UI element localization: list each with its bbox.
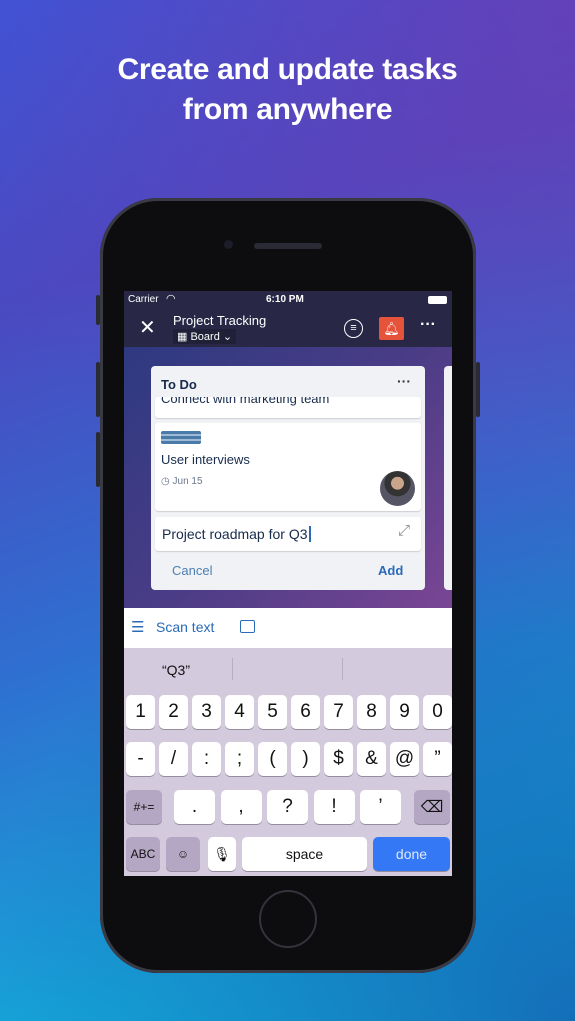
key[interactable]: ’ bbox=[360, 790, 401, 824]
card-cover bbox=[161, 431, 201, 444]
key[interactable]: ; bbox=[225, 742, 254, 776]
key[interactable]: . bbox=[174, 790, 215, 824]
divider bbox=[232, 658, 233, 680]
keyboard: “Q3” 1 -2 /3:4; 5 (6) 7 $8 & 9 @0 ” #+=.,?!’ ⌫ ABC ☺ 🎙︎… bbox=[124, 648, 452, 876]
carrier-label: Carrier bbox=[128, 294, 159, 305]
card-title: User interviews bbox=[161, 452, 250, 467]
wifi-icon: ◠ bbox=[166, 293, 176, 305]
card[interactable]: Connect with marketing team bbox=[155, 397, 421, 418]
key[interactable]: $ bbox=[324, 742, 353, 776]
emoji-key[interactable]: ☺ bbox=[166, 837, 200, 871]
add-button[interactable]: Add bbox=[378, 563, 403, 578]
view-label: Board bbox=[190, 331, 220, 343]
headline-line-1: Create and update tasks bbox=[117, 53, 458, 86]
board-title: Project Tracking bbox=[173, 313, 267, 328]
key[interactable]: ” bbox=[423, 742, 452, 776]
space-key[interactable]: space bbox=[242, 837, 367, 871]
key[interactable]: 0 bbox=[423, 695, 452, 729]
prediction-suggestion[interactable]: “Q3” bbox=[162, 662, 190, 678]
key[interactable]: 8 bbox=[357, 695, 386, 729]
key[interactable]: 1 bbox=[126, 695, 155, 729]
expand-icon[interactable]: ⤢ bbox=[398, 522, 410, 539]
key[interactable]: ! bbox=[313, 790, 355, 824]
key[interactable]: - bbox=[126, 742, 155, 776]
key[interactable]: 7 bbox=[324, 695, 353, 729]
home-button[interactable] bbox=[259, 890, 317, 948]
key[interactable]: @ bbox=[390, 742, 419, 776]
key-symbols[interactable]: #+= bbox=[126, 790, 162, 824]
battery-icon bbox=[428, 296, 447, 304]
close-icon[interactable]: ✕ bbox=[139, 315, 156, 340]
list-menu-icon[interactable]: ··· bbox=[397, 373, 411, 389]
suggestion-bar: ☰ Scan text bbox=[124, 608, 452, 648]
key[interactable]: 4 bbox=[225, 695, 254, 729]
list-title: To Do bbox=[161, 377, 197, 392]
clock-icon: ◷ bbox=[161, 476, 173, 487]
avatar bbox=[380, 471, 415, 506]
key[interactable]: ( bbox=[258, 742, 287, 776]
microphone-key[interactable]: 🎙︎ bbox=[208, 837, 236, 871]
key[interactable]: 9 bbox=[390, 695, 419, 729]
key[interactable]: , bbox=[220, 790, 262, 824]
key[interactable]: ) bbox=[291, 742, 320, 776]
key[interactable]: 2 bbox=[159, 695, 188, 729]
scan-text-button[interactable]: Scan text bbox=[156, 619, 214, 635]
card[interactable]: User interviews ◷ Jun 15 bbox=[155, 423, 421, 511]
more-icon[interactable]: ··· bbox=[420, 316, 436, 334]
key-abc[interactable]: ABC bbox=[126, 837, 160, 871]
clock: 6:10 PM bbox=[266, 294, 304, 305]
speaker bbox=[254, 243, 322, 249]
done-key[interactable]: done bbox=[373, 837, 450, 871]
key[interactable]: : bbox=[192, 742, 221, 776]
list-to-do: To Do ··· Connect with marketing team Us… bbox=[151, 366, 425, 590]
filter-icon[interactable]: ≡ bbox=[344, 319, 363, 338]
key[interactable]: 3 bbox=[192, 695, 221, 729]
view-switcher[interactable]: ▦ Board ⌄ bbox=[173, 329, 237, 344]
board-icon: ▦ bbox=[177, 331, 191, 343]
delete-key[interactable]: ⌫ bbox=[414, 790, 450, 824]
power-button bbox=[476, 362, 480, 417]
next-list bbox=[444, 366, 452, 590]
nav-bar: ✕ Project Tracking ▦ Board ⌄ ≡ 🔔︎ ··· bbox=[124, 309, 452, 347]
key[interactable]: / bbox=[159, 742, 188, 776]
due-date: ◷ Jun 15 bbox=[161, 476, 203, 487]
key[interactable]: & bbox=[357, 742, 386, 776]
status-bar: Carrier ◠ 6:10 PM bbox=[124, 291, 452, 309]
phone-screen: Carrier ◠ 6:10 PM ✕ Project Tracking ▦ B… bbox=[124, 291, 452, 876]
key[interactable]: ? bbox=[267, 790, 308, 824]
notification-bell-icon[interactable]: 🔔︎ bbox=[379, 317, 404, 340]
new-card-input[interactable]: Project roadmap for Q3 ⤢ bbox=[155, 517, 421, 551]
new-card-text: Project roadmap for Q3 bbox=[162, 526, 311, 542]
headline: Create and update tasks from anywhere bbox=[0, 50, 575, 130]
scan-text-icon[interactable]: ☰ bbox=[131, 618, 144, 636]
board-area: To Do ··· Connect with marketing team Us… bbox=[124, 347, 452, 608]
cancel-button[interactable]: Cancel bbox=[172, 563, 212, 578]
key[interactable]: 6 bbox=[291, 695, 320, 729]
key[interactable]: 5 bbox=[258, 695, 287, 729]
divider bbox=[342, 658, 343, 680]
card-title: Connect with marketing team bbox=[161, 397, 330, 406]
headline-line-2: from anywhere bbox=[182, 93, 393, 126]
image-icon[interactable] bbox=[240, 620, 255, 633]
front-camera bbox=[224, 240, 233, 249]
